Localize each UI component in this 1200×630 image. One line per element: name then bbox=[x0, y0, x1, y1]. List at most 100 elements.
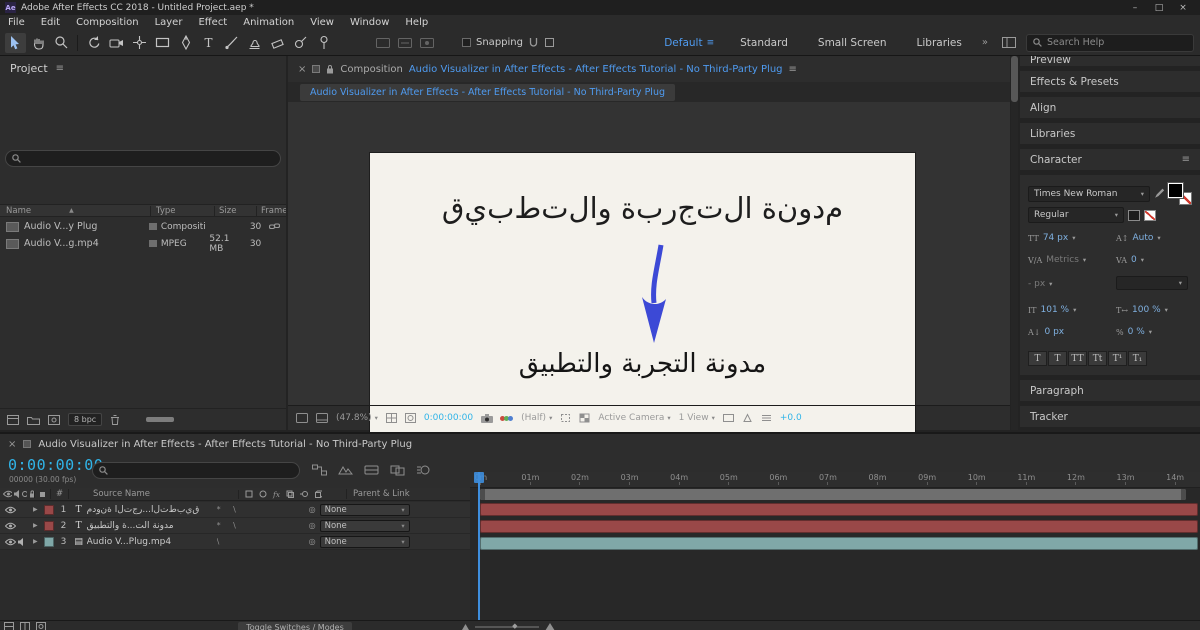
expand-arrow-icon[interactable]: ▶ bbox=[33, 506, 38, 513]
panel-header[interactable]: Tracker bbox=[1020, 406, 1200, 427]
type-style-toggle[interactable]: T₁ bbox=[1128, 351, 1147, 366]
menu-item[interactable]: Window bbox=[342, 15, 397, 30]
puppet-pin-tool[interactable] bbox=[313, 33, 334, 53]
type-tool[interactable]: T bbox=[198, 33, 219, 53]
type-style-toggle[interactable]: T¹ bbox=[1108, 351, 1127, 366]
new-composition-icon[interactable] bbox=[48, 414, 60, 425]
project-search-box[interactable] bbox=[5, 150, 281, 167]
expand-arrow-icon[interactable]: ▶ bbox=[33, 538, 38, 545]
layer-color-chip[interactable] bbox=[43, 536, 54, 547]
playhead[interactable] bbox=[478, 472, 480, 620]
zoom-out-icon[interactable] bbox=[462, 623, 469, 630]
snap-magnet-icon[interactable] bbox=[528, 37, 539, 48]
expand-inout-icon[interactable] bbox=[36, 622, 46, 630]
fx-icon[interactable]: fx bbox=[273, 490, 280, 499]
3d-layer-icon[interactable] bbox=[314, 490, 323, 498]
timeline-button-icon[interactable] bbox=[761, 413, 772, 423]
layer-switches[interactable]: * \ bbox=[217, 505, 309, 514]
zoom-slider-thumb[interactable]: ◆ bbox=[512, 622, 517, 630]
layer-duration-bar[interactable] bbox=[480, 520, 1198, 533]
menu-item[interactable]: Help bbox=[397, 15, 436, 30]
column-header-parent-link[interactable]: Parent & Link bbox=[346, 489, 470, 499]
rotation-tool[interactable] bbox=[83, 33, 104, 53]
timeline-layer-row[interactable]: ▶ 3 ▤ Audio V...Plug.mp4 \ ◎ None ▾ bbox=[0, 534, 470, 550]
zoom-slider[interactable]: ◆ bbox=[475, 622, 539, 630]
layer-color-chip[interactable] bbox=[43, 520, 54, 531]
show-channel-icon[interactable] bbox=[500, 415, 514, 421]
leading-control[interactable]: A↕ Auto ▾ bbox=[1116, 233, 1161, 243]
comp-flowchart-icon[interactable] bbox=[312, 464, 327, 476]
fast-previews-icon[interactable] bbox=[742, 413, 753, 423]
fill-over-stroke-swatch[interactable] bbox=[1128, 209, 1140, 221]
composition-nav-tab[interactable]: Audio Visualizer in After Effects - Afte… bbox=[300, 83, 675, 101]
eyedropper-icon[interactable] bbox=[1154, 188, 1164, 200]
column-header-size[interactable]: Size bbox=[214, 205, 256, 216]
snapping-checkbox[interactable] bbox=[462, 38, 471, 47]
stroke-width-control[interactable]: - px ▾ bbox=[1028, 279, 1052, 289]
toggle-switches-modes-button[interactable]: Toggle Switches / Modes bbox=[238, 622, 352, 630]
layer-name[interactable]: ق‌ي‌ب‌ط‌ت‌ل‌ا...ر‌ج‌ت‌ل‌ا ة‌ن‌و‌د‌م bbox=[87, 505, 213, 515]
eye-icon[interactable] bbox=[4, 522, 16, 530]
expand-arrow-icon[interactable]: ▶ bbox=[33, 522, 38, 529]
panel-header[interactable]: Align bbox=[1020, 97, 1200, 118]
project-item-row[interactable]: Audio V...y Plug Composition 30 bbox=[0, 218, 286, 235]
column-header-type[interactable]: Type bbox=[150, 205, 214, 216]
menu-item[interactable]: Animation bbox=[235, 15, 302, 30]
snap-frame-icon[interactable] bbox=[544, 37, 555, 48]
baseline-shift-control[interactable]: A↓ 0 px bbox=[1028, 327, 1064, 337]
snapshot-camera-icon[interactable] bbox=[481, 413, 494, 423]
color-depth-button[interactable]: 8 bpc bbox=[68, 413, 103, 426]
region-of-interest-icon[interactable] bbox=[560, 413, 571, 423]
trash-icon[interactable] bbox=[110, 414, 120, 425]
pen-tool[interactable] bbox=[175, 33, 196, 53]
composition-canvas[interactable]: م‌د‌و‌ن‌ة ا‌ل‌ت‌ج‌ر‌ب‌ة و‌ا‌ل‌ت‌ط‌ب‌ي‌ق … bbox=[370, 153, 915, 446]
eraser-tool[interactable] bbox=[267, 33, 288, 53]
pickwhip-icon[interactable]: ◎ bbox=[309, 537, 316, 546]
workspace-icon[interactable] bbox=[1002, 37, 1016, 48]
clone-stamp-tool[interactable] bbox=[244, 33, 265, 53]
menu-item[interactable]: Edit bbox=[33, 15, 68, 30]
pickwhip-icon[interactable]: ◎ bbox=[309, 521, 316, 530]
type-style-toggle[interactable]: T bbox=[1048, 351, 1067, 366]
work-area-bar[interactable] bbox=[480, 489, 1186, 500]
scrollbar-thumb[interactable] bbox=[1011, 56, 1018, 102]
mask-visibility-icon[interactable] bbox=[404, 413, 416, 423]
roto-brush-tool[interactable] bbox=[290, 33, 311, 53]
draft-3d-icon[interactable] bbox=[338, 464, 353, 476]
vertical-scale-control[interactable]: IT 101 % ▾ bbox=[1028, 305, 1076, 315]
workspace-tab[interactable]: Small Screen bbox=[818, 37, 891, 49]
current-time-display[interactable]: 0:00:00:00 bbox=[8, 456, 103, 474]
parent-dropdown[interactable]: None ▾ bbox=[319, 503, 410, 516]
fill-color-swatch[interactable] bbox=[1168, 183, 1183, 198]
magnification-dropdown[interactable]: (47.8%) ▾ bbox=[336, 413, 378, 423]
eye-icon[interactable] bbox=[4, 506, 16, 514]
menu-item[interactable]: View bbox=[302, 15, 342, 30]
type-style-toggle[interactable]: TT bbox=[1068, 351, 1087, 366]
composition-tab-title[interactable]: Audio Visualizer in After Effects - Afte… bbox=[409, 64, 783, 75]
shy-icon[interactable] bbox=[245, 490, 253, 498]
tracking-control[interactable]: VA 0 ▾ bbox=[1116, 255, 1144, 265]
zoom-in-icon[interactable] bbox=[545, 622, 555, 630]
no-stroke-swatch[interactable] bbox=[1144, 209, 1156, 221]
panel-header-character[interactable]: Character ≡ bbox=[1020, 149, 1200, 170]
solo-icon[interactable] bbox=[21, 491, 27, 497]
exposure-value[interactable]: +0.0 bbox=[780, 413, 802, 423]
close-tab-icon[interactable]: × bbox=[8, 439, 16, 450]
always-preview-icon[interactable] bbox=[296, 413, 308, 423]
minimize-button[interactable]: – bbox=[1123, 0, 1147, 15]
pixel-aspect-icon[interactable] bbox=[722, 413, 734, 423]
parent-dropdown[interactable]: None ▾ bbox=[319, 519, 410, 532]
stroke-style-dropdown[interactable]: ▾ bbox=[1116, 276, 1188, 290]
hand-tool[interactable] bbox=[28, 33, 49, 53]
layer-switches[interactable]: * \ bbox=[217, 521, 309, 530]
layer-color-chip[interactable] bbox=[43, 504, 54, 515]
tsume-control[interactable]: % 0 % ▾ bbox=[1116, 327, 1152, 337]
collapse-icon[interactable] bbox=[259, 490, 267, 498]
primary-viewer-icon[interactable] bbox=[316, 413, 328, 423]
menu-item[interactable]: Effect bbox=[190, 15, 235, 30]
close-tab-icon[interactable]: × bbox=[298, 64, 306, 75]
eye-icon[interactable] bbox=[4, 538, 16, 546]
kerning-control[interactable]: V/A Metrics ▾ bbox=[1028, 255, 1086, 265]
column-header-name[interactable]: Name ▲ bbox=[0, 206, 150, 216]
timeline-layer-row[interactable]: ▶ 1 T ق‌ي‌ب‌ط‌ت‌ل‌ا...ر‌ج‌ت‌ل‌ا ة‌ن‌و‌د‌… bbox=[0, 502, 470, 518]
